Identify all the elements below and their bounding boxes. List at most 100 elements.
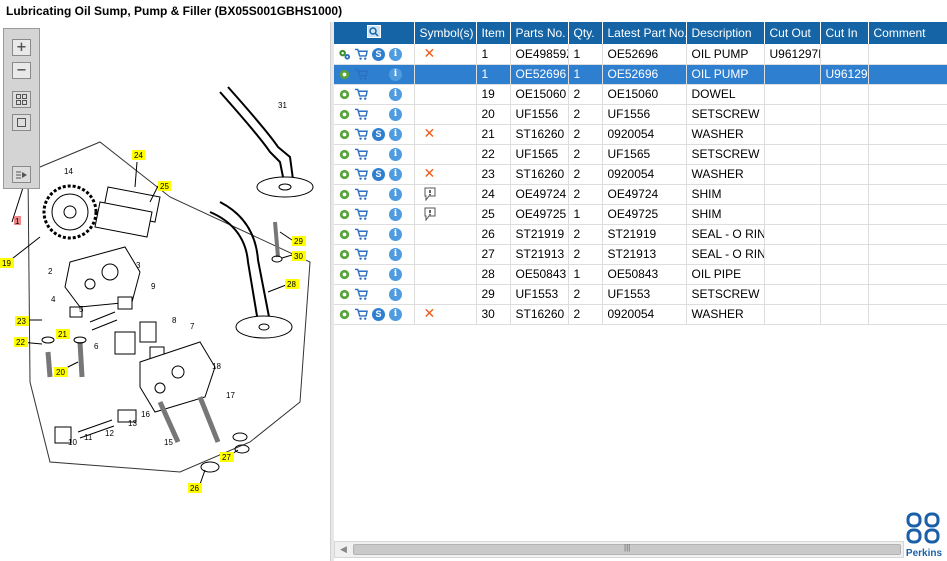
horizontal-scrollbar[interactable]: ◀ ||| xyxy=(334,541,904,558)
table-row[interactable]: Si27ST219132ST21913SEAL - O RING xyxy=(334,244,947,265)
cart-icon[interactable] xyxy=(355,308,368,321)
info-icon[interactable]: i xyxy=(389,148,402,162)
gear-icon[interactable] xyxy=(338,208,351,221)
diagram-label-5: 5 xyxy=(79,305,84,314)
zoom-out-button[interactable]: − xyxy=(12,62,31,79)
cart-icon[interactable] xyxy=(355,188,368,201)
cart-icon[interactable] xyxy=(355,208,368,221)
callout-24[interactable]: 24 xyxy=(134,151,143,160)
cart-icon[interactable] xyxy=(355,108,368,121)
callout-20[interactable]: 20 xyxy=(56,368,65,377)
table-row[interactable]: Si20UF15562UF1556SETSCREW xyxy=(334,104,947,125)
callout-19[interactable]: 19 xyxy=(2,259,11,268)
header-cut-in[interactable]: Cut In xyxy=(820,22,869,44)
table-row[interactable]: Si ✕ 21 ST16260 2 0920054 WASHER xyxy=(334,124,947,145)
scroll-left-arrow-icon[interactable]: ◀ xyxy=(337,543,350,556)
cart-icon[interactable] xyxy=(355,168,368,181)
cart-icon[interactable] xyxy=(355,48,368,61)
info-icon[interactable]: i xyxy=(389,47,402,61)
export-button[interactable] xyxy=(12,166,31,183)
info-icon[interactable]: i xyxy=(389,288,402,302)
info-icon[interactable]: i xyxy=(389,188,402,202)
header-comment[interactable]: Comment xyxy=(868,22,947,44)
part-no-cell: ST16260 xyxy=(510,304,569,325)
table-row[interactable]: Si24OE497242OE49724SHIM xyxy=(334,184,947,205)
cart-icon[interactable] xyxy=(355,128,368,141)
cart-icon[interactable] xyxy=(355,288,368,301)
header-parts-no[interactable]: Parts No. xyxy=(510,22,569,44)
gear-icon[interactable] xyxy=(338,188,351,201)
row-actions: Si xyxy=(334,244,415,265)
table-row[interactable]: Si29UF15532UF1553SETSCREW xyxy=(334,284,947,305)
callout-27[interactable]: 27 xyxy=(222,453,231,462)
callout-21[interactable]: 21 xyxy=(58,330,67,339)
info-icon[interactable]: i xyxy=(389,108,402,122)
scroll-thumb[interactable]: ||| xyxy=(353,543,901,555)
comment-cell xyxy=(868,304,947,325)
info-icon[interactable]: i xyxy=(389,248,402,262)
table-row[interactable]: Si✕1OE49859Z1OE52696OIL PUMPU961297B xyxy=(334,44,947,65)
callout-22[interactable]: 22 xyxy=(16,338,25,347)
comment-cell xyxy=(868,164,947,185)
gear-icon[interactable] xyxy=(338,268,351,281)
info-icon[interactable]: i xyxy=(389,208,402,222)
diagram-label-17: 17 xyxy=(226,391,235,400)
table-row[interactable]: Si ✕ 23 ST16260 2 0920054 WASHER xyxy=(334,164,947,185)
table-row[interactable]: Si26ST219192ST21919SEAL - O RING xyxy=(334,224,947,245)
cart-icon[interactable] xyxy=(355,148,368,161)
table-row[interactable]: Si28OE508431OE50843OIL PIPE xyxy=(334,264,947,285)
gear-icon[interactable] xyxy=(338,68,351,81)
symbol-cell xyxy=(414,184,477,205)
header-cut-out[interactable]: Cut Out xyxy=(764,22,821,44)
info-icon[interactable]: i xyxy=(389,128,402,142)
header-latest-part-no[interactable]: Latest Part No. xyxy=(602,22,687,44)
gear-icon[interactable] xyxy=(338,88,351,101)
fit-view-button[interactable] xyxy=(12,91,31,108)
info-icon[interactable]: i xyxy=(389,88,402,102)
cart-icon[interactable] xyxy=(355,88,368,101)
header-item[interactable]: Item xyxy=(476,22,511,44)
header-preview[interactable] xyxy=(334,22,415,44)
gear-icon[interactable] xyxy=(338,148,351,161)
info-icon[interactable]: i xyxy=(389,168,402,182)
table-row[interactable]: Si22UF15652UF1565SETSCREW xyxy=(334,144,947,165)
symbol-cell xyxy=(414,224,477,245)
callout-25[interactable]: 25 xyxy=(160,182,169,191)
gear-icon[interactable] xyxy=(338,168,351,181)
header-symbols[interactable]: Symbol(s) xyxy=(414,22,477,44)
gear-multi-icon[interactable] xyxy=(338,48,351,61)
gear-icon[interactable] xyxy=(338,228,351,241)
gear-icon[interactable] xyxy=(338,288,351,301)
actual-size-button[interactable] xyxy=(12,114,31,131)
table-row[interactable]: Si ✕ 30 ST16260 2 0920054 WASHER xyxy=(334,304,947,325)
info-icon[interactable]: i xyxy=(389,308,402,322)
callout-26[interactable]: 26 xyxy=(190,484,199,493)
supersession-icon[interactable]: S xyxy=(372,168,385,182)
gear-icon[interactable] xyxy=(338,108,351,121)
callout-28[interactable]: 28 xyxy=(287,280,296,289)
cart-icon[interactable] xyxy=(355,268,368,281)
cart-icon[interactable] xyxy=(355,228,368,241)
callout-30[interactable]: 30 xyxy=(294,252,303,261)
cart-icon[interactable] xyxy=(355,68,368,81)
info-icon[interactable]: i xyxy=(389,268,402,282)
table-row[interactable]: Si25OE497251OE49725SHIM xyxy=(334,204,947,225)
info-icon[interactable]: i xyxy=(389,228,402,242)
gear-icon[interactable] xyxy=(338,248,351,261)
info-icon[interactable]: i xyxy=(389,68,402,82)
zoom-in-button[interactable]: + xyxy=(12,39,31,56)
cart-icon[interactable] xyxy=(355,248,368,261)
cut-in-cell xyxy=(820,304,869,325)
header-description[interactable]: Description xyxy=(686,22,765,44)
callout-29[interactable]: 29 xyxy=(294,237,303,246)
supersession-icon[interactable]: S xyxy=(372,128,385,142)
table-row[interactable]: Si19OE150602OE15060DOWEL xyxy=(334,84,947,105)
gear-icon[interactable] xyxy=(338,128,351,141)
table-row[interactable]: Si1OE526961OE52696OIL PUMPU961298 xyxy=(334,64,947,85)
gear-icon[interactable] xyxy=(338,308,351,321)
header-qty[interactable]: Qty. xyxy=(568,22,603,44)
callout-23[interactable]: 23 xyxy=(17,317,26,326)
exploded-diagram-pane[interactable]: 31 14 1 2 3 4 5 6 7 8 9 10 11 12 13 15 1… xyxy=(0,22,330,561)
supersession-icon[interactable]: S xyxy=(372,47,385,61)
supersession-icon[interactable]: S xyxy=(372,308,385,322)
